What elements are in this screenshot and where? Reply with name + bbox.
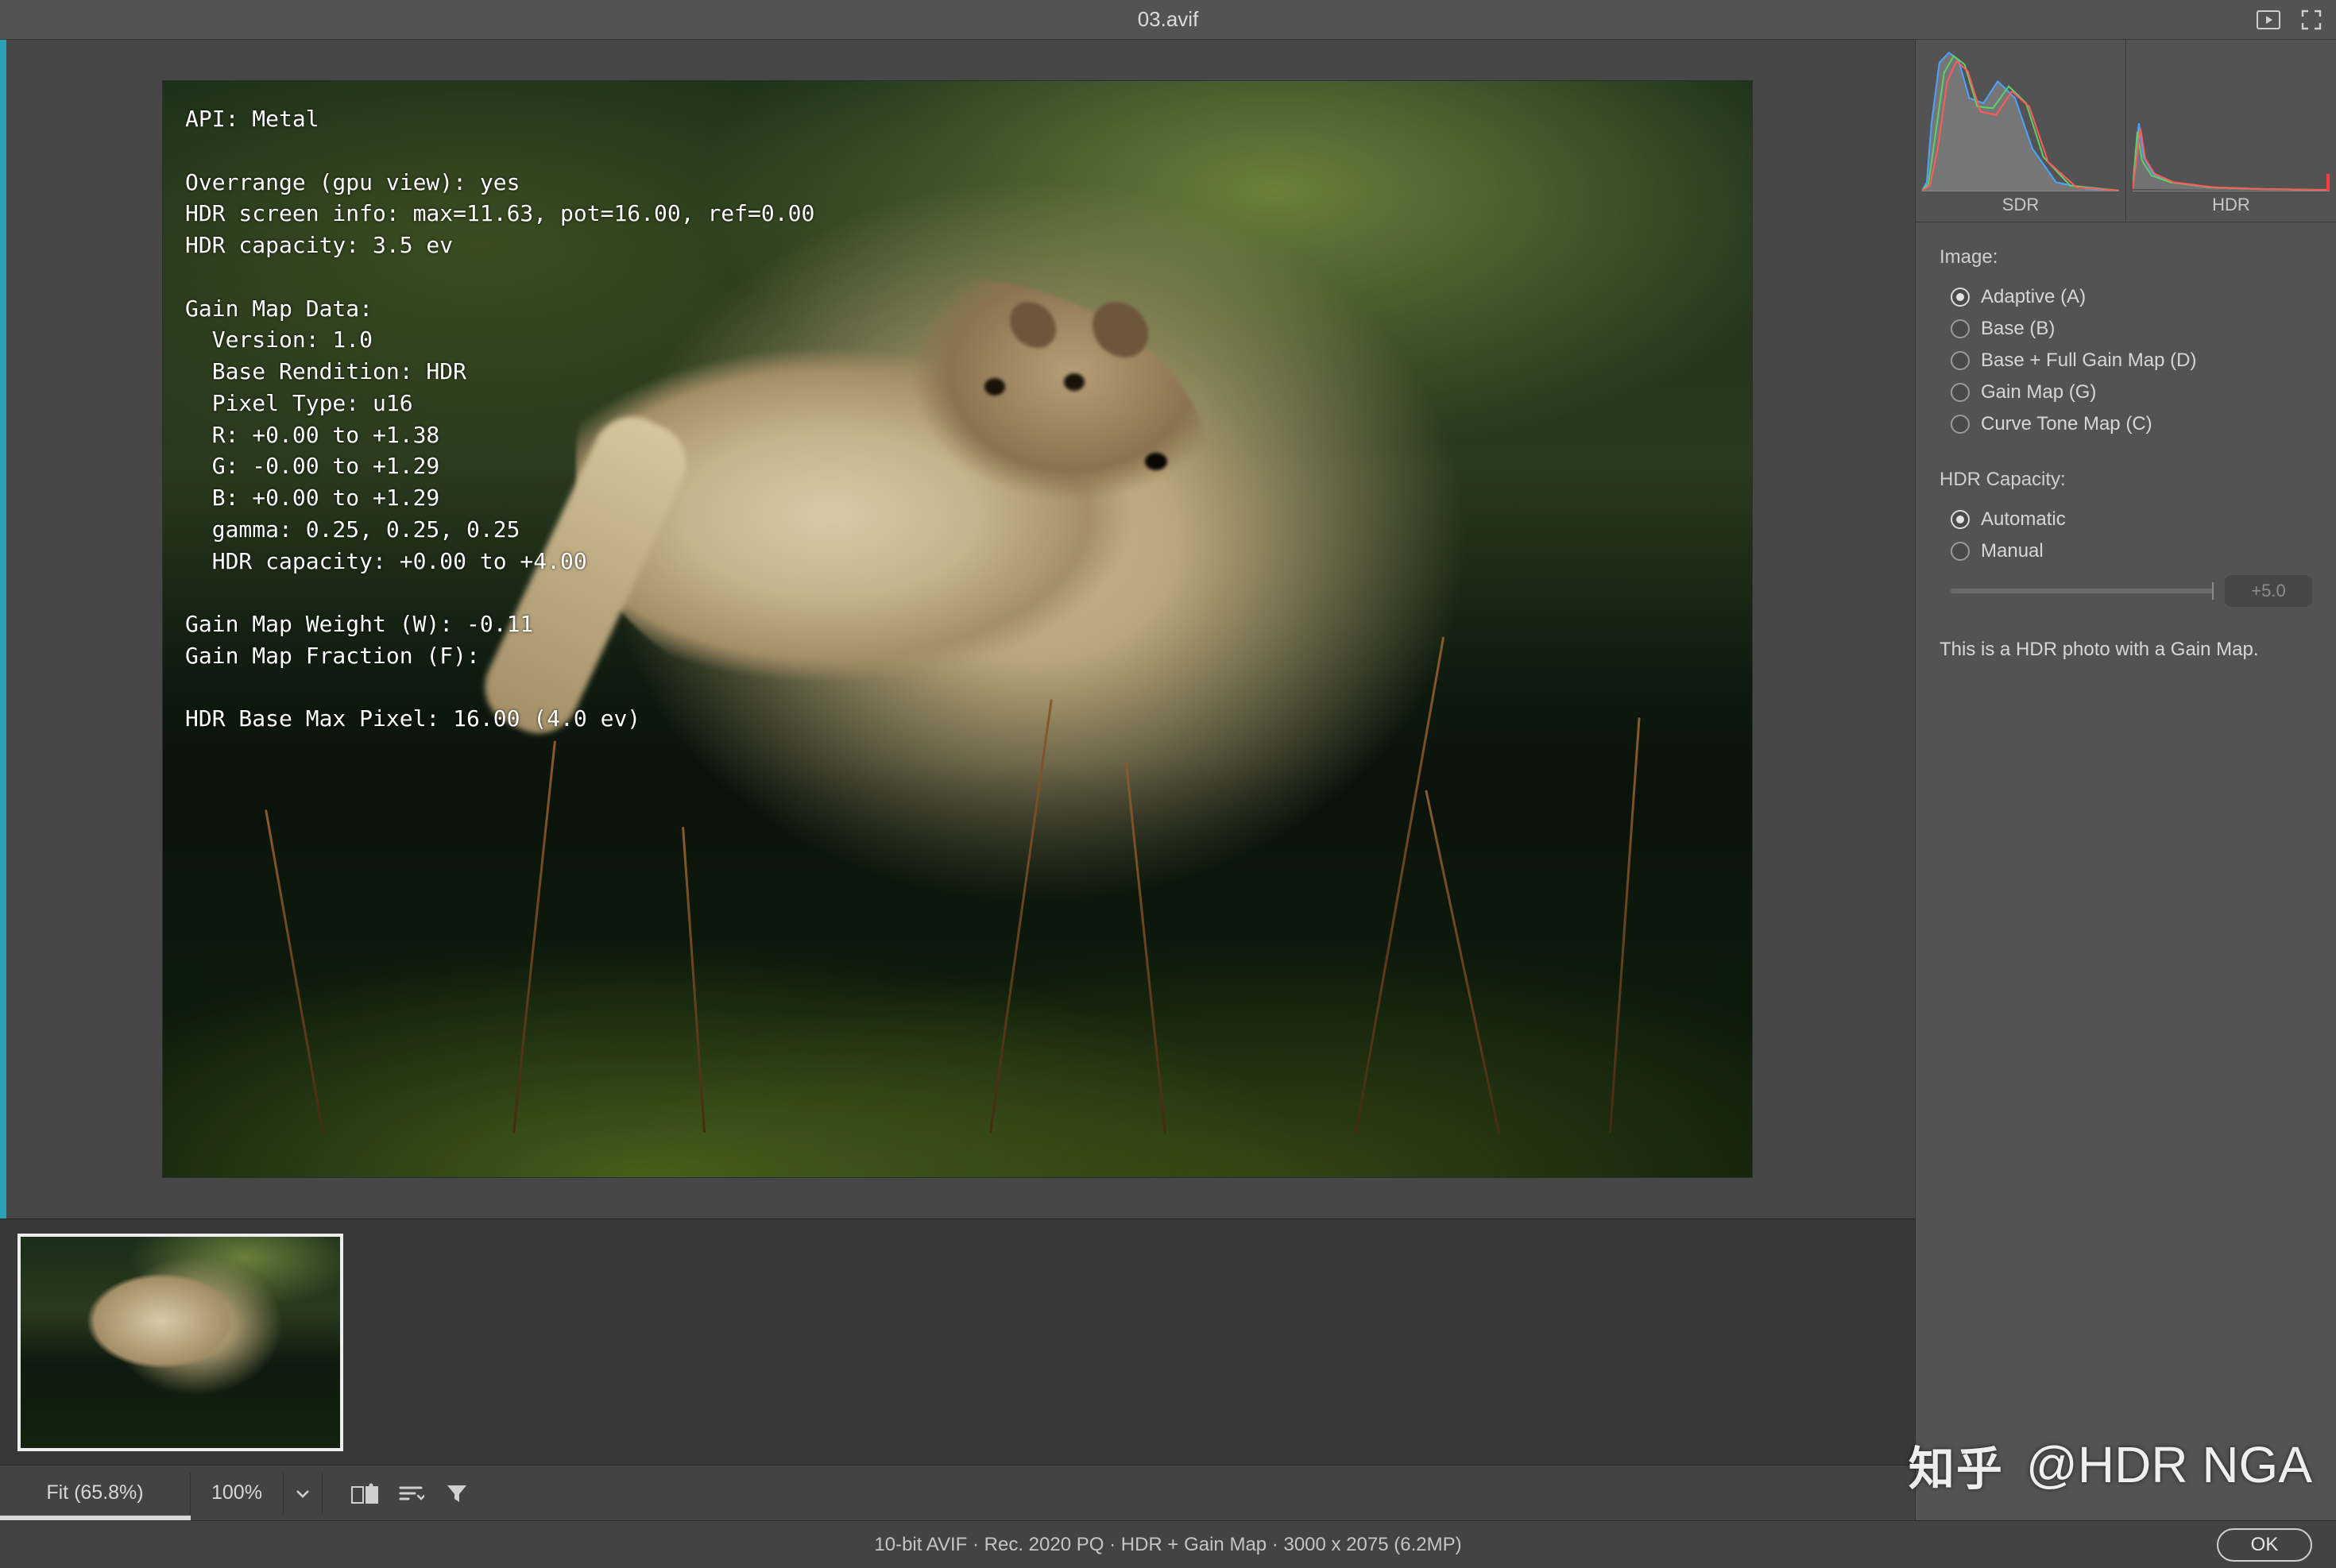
- zoom-100-button[interactable]: 100%: [191, 1473, 284, 1514]
- zoom-fit-button[interactable]: Fit (65.8%): [0, 1473, 191, 1514]
- radio-indicator: [1951, 415, 1970, 434]
- histogram-hdr[interactable]: [2133, 48, 2330, 191]
- image-mode-option-3[interactable]: Gain Map (G): [1951, 377, 2312, 408]
- image-info-text: This is a HDR photo with a Gain Map.: [1916, 607, 2336, 693]
- image-mode-group: Adaptive (A) Base (B) Base + Full Gain Map…: [1916, 276, 2336, 440]
- image-viewer[interactable]: API: Metal Overrange (gpu view): yes HDR…: [0, 40, 1915, 1218]
- radio-indicator: [1951, 351, 1970, 370]
- window-title: 03.avif: [0, 7, 2336, 32]
- image-mode-option-4[interactable]: Curve Tone Map (C): [1951, 408, 2312, 440]
- radio-indicator: [1951, 319, 1970, 338]
- play-in-rect-icon[interactable]: [2257, 8, 2280, 32]
- thumbnail-1[interactable]: [17, 1234, 343, 1451]
- radio-label: Automatic: [1981, 508, 2066, 531]
- histogram-hdr-label: HDR: [2126, 195, 2336, 222]
- hdr-capacity-option-1[interactable]: Manual: [1951, 535, 2312, 567]
- radio-label: Gain Map (G): [1981, 381, 2096, 404]
- status-bar: 10-bit AVIF · Rec. 2020 PQ · HDR + Gain …: [0, 1520, 2336, 1568]
- titlebar: 03.avif: [0, 0, 2336, 40]
- image-mode-option-1[interactable]: Base (B): [1951, 313, 2312, 345]
- histogram-sdr[interactable]: [1922, 48, 2119, 191]
- compare-icon[interactable]: [342, 1483, 388, 1504]
- radio-indicator: [1951, 288, 1970, 307]
- zoom-menu-button[interactable]: [284, 1473, 323, 1514]
- radio-indicator: [1951, 383, 1970, 402]
- sort-icon[interactable]: [388, 1483, 434, 1504]
- hdr-capacity-option-0[interactable]: Automatic: [1951, 504, 2312, 535]
- radio-label: Adaptive (A): [1981, 286, 2086, 308]
- image-mode-option-2[interactable]: Base + Full Gain Map (D): [1951, 345, 2312, 377]
- ok-button[interactable]: OK: [2217, 1528, 2312, 1562]
- image-mode-heading: Image:: [1916, 222, 2336, 276]
- preview-image: API: Metal Overrange (gpu view): yes HDR…: [163, 81, 1752, 1177]
- histogram-sdr-label: SDR: [1916, 195, 2125, 222]
- zoom-toolbar: Fit (65.8%) 100%: [0, 1465, 1915, 1520]
- radio-label: Base + Full Gain Map (D): [1981, 350, 2196, 372]
- debug-overlay: API: Metal Overrange (gpu view): yes HDR…: [185, 103, 814, 735]
- radio-label: Manual: [1981, 540, 2044, 562]
- hdr-capacity-slider[interactable]: [1951, 589, 2214, 593]
- filter-icon[interactable]: [434, 1482, 480, 1504]
- hdr-capacity-slider-row: +5.0: [1916, 567, 2336, 607]
- hdr-capacity-value[interactable]: +5.0: [2225, 575, 2312, 607]
- side-panel: SDR HDR Image:: [1915, 40, 2336, 1520]
- radio-indicator: [1951, 542, 1970, 561]
- radio-label: Curve Tone Map (C): [1981, 413, 2152, 435]
- histogram-row: SDR HDR: [1916, 40, 2336, 222]
- fullscreen-icon[interactable]: [2299, 8, 2323, 32]
- hdr-capacity-group: Automatic Manual: [1916, 499, 2336, 567]
- status-center-text: 10-bit AVIF · Rec. 2020 PQ · HDR + Gain …: [0, 1534, 2336, 1556]
- hdr-capacity-heading: HDR Capacity:: [1916, 440, 2336, 499]
- image-mode-option-0[interactable]: Adaptive (A): [1951, 281, 2312, 313]
- filmstrip: [0, 1218, 1915, 1465]
- left-accent-edge: [0, 40, 6, 1218]
- radio-indicator: [1951, 510, 1970, 529]
- radio-label: Base (B): [1981, 318, 2055, 340]
